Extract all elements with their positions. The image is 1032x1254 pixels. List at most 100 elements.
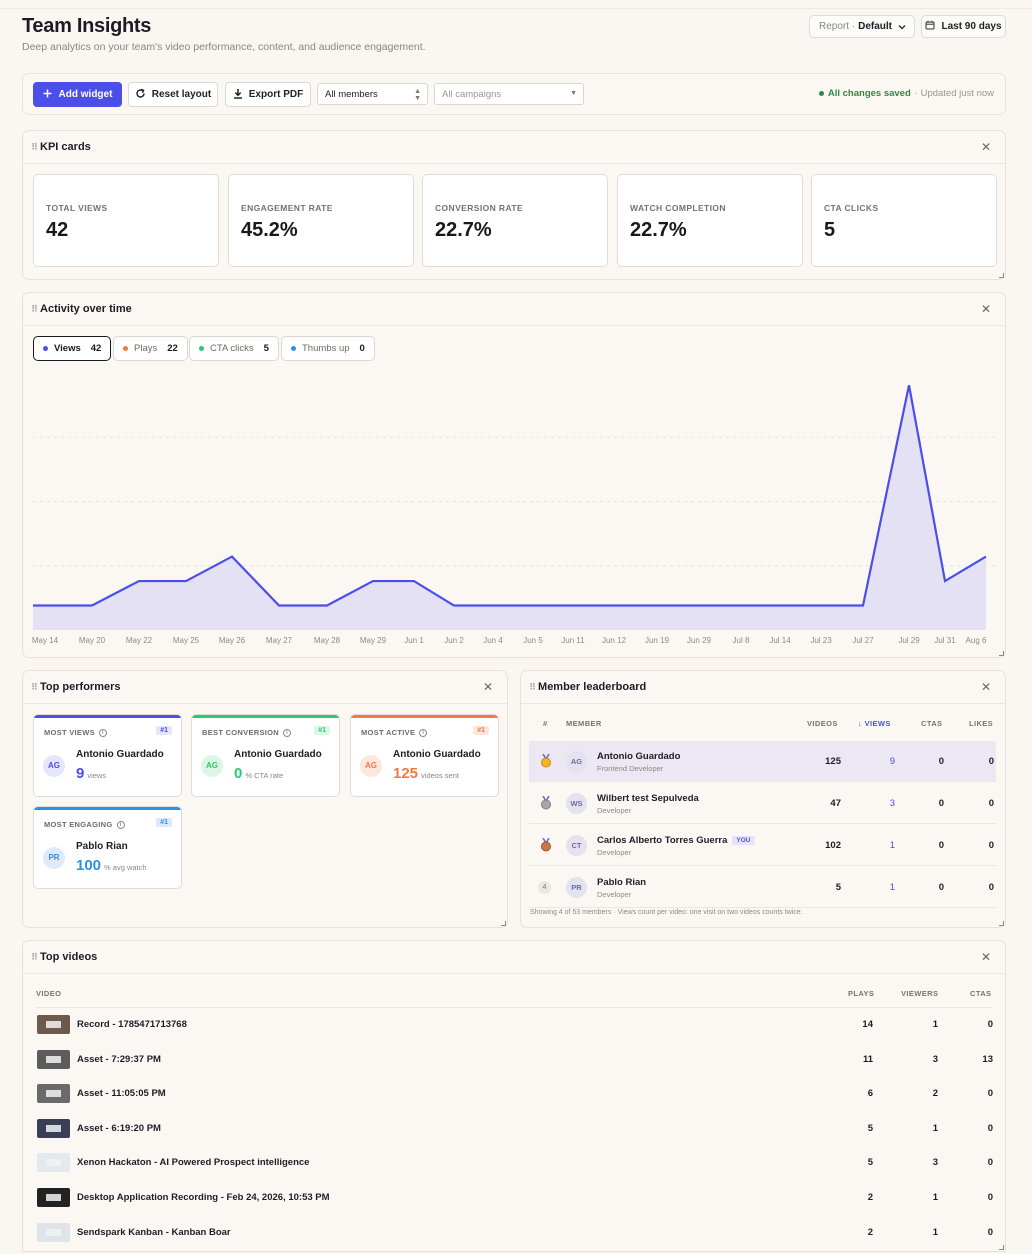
col-header-videos[interactable]: VIDEOS [807, 719, 838, 728]
report-selector[interactable]: Report · Default [809, 15, 915, 38]
col-header-likes[interactable]: LIKES [969, 719, 993, 728]
drag-handle-icon[interactable]: ⠿ [31, 682, 38, 693]
col-header-viewers[interactable]: VIEWERS [901, 989, 938, 998]
video-title[interactable]: Record - 1785471713768 [77, 1019, 187, 1030]
resize-handle-icon[interactable] [999, 921, 1004, 926]
performer-value: 100 [76, 857, 102, 874]
data-point[interactable] [89, 603, 95, 609]
data-point[interactable] [983, 554, 989, 560]
performer-card[interactable]: BEST CONVERSION i #1 AG Antonio Guardado 0% C… [191, 714, 340, 797]
member-leaderboard-header[interactable]: ⠿ Member leaderboard ✕ [521, 671, 1005, 704]
kpi-card-cta-clicks: CTA CLICKS 5 [811, 174, 997, 267]
data-point[interactable] [30, 603, 36, 609]
cell-ctas: 13 [982, 1053, 993, 1065]
top-videos-header[interactable]: ⠿ Top videos ✕ [23, 941, 1005, 974]
kpi-panel: ⠿ KPI cards ✕ TOTAL VIEWS 42 ENGAGEMENT … [22, 130, 1006, 280]
reset-layout-button[interactable]: Reset layout [128, 82, 218, 107]
video-row[interactable]: Xenon Hackaton - AI Powered Prospect int… [36, 1145, 994, 1180]
info-icon[interactable]: i [419, 728, 428, 737]
export-pdf-button[interactable]: Export PDF [225, 82, 311, 107]
data-point[interactable] [411, 578, 417, 584]
data-point[interactable] [611, 603, 617, 609]
add-widget-button[interactable]: Add widget [33, 82, 122, 107]
close-icon[interactable]: ✕ [981, 141, 991, 153]
data-point[interactable] [276, 603, 282, 609]
drag-handle-icon[interactable]: ⠿ [529, 682, 536, 693]
report-value: Default [858, 21, 893, 32]
drag-handle-icon[interactable]: ⠿ [31, 142, 38, 153]
kpi-panel-header[interactable]: ⠿ KPI cards ✕ [23, 131, 1005, 164]
data-point[interactable] [906, 382, 912, 388]
video-title[interactable]: Sendspark Kanban - Kanban Boar [77, 1227, 231, 1238]
data-point[interactable] [818, 603, 824, 609]
data-point[interactable] [451, 603, 457, 609]
video-title[interactable]: Asset - 6:19:20 PM [77, 1123, 161, 1134]
performer-card[interactable]: MOST ACTIVE i #1 AG Antonio Guardado 125 video… [350, 714, 499, 797]
data-point[interactable] [570, 603, 576, 609]
data-point[interactable] [229, 554, 235, 560]
performer-unit: videos sent [421, 771, 459, 780]
data-point[interactable] [136, 578, 142, 584]
resize-handle-icon[interactable] [999, 273, 1004, 278]
col-header-ctas[interactable]: CTAS [970, 989, 991, 998]
close-icon[interactable]: ✕ [981, 303, 991, 315]
cell-ctas: 0 [987, 1226, 993, 1238]
data-point[interactable] [324, 603, 330, 609]
data-point[interactable] [942, 578, 948, 584]
members-select[interactable]: All members ▲ ▼ [317, 83, 428, 105]
performer-card[interactable]: MOST ENGAGING i #1 PR Pablo Rian 100% avg wat… [33, 806, 182, 889]
video-row[interactable]: Desktop Application Recording - Feb 24, … [36, 1180, 994, 1215]
data-point[interactable] [490, 603, 496, 609]
activity-panel-header[interactable]: ⠿ Activity over time ✕ [23, 293, 1005, 326]
x-tick-label: May 26 [218, 636, 246, 645]
video-row[interactable]: Sendspark Kanban - Kanban Boar 2 1 0 [36, 1215, 994, 1250]
resize-handle-icon[interactable] [999, 1245, 1004, 1250]
drag-handle-icon[interactable]: ⠿ [31, 952, 38, 963]
video-row[interactable]: Asset - 6:19:20 PM 5 1 0 [36, 1111, 994, 1146]
member-name-text: Antonio Guardado [597, 751, 681, 762]
data-point[interactable] [696, 603, 702, 609]
data-point[interactable] [860, 603, 866, 609]
info-icon[interactable]: i [283, 728, 292, 737]
cell-ctas: 0 [987, 1122, 993, 1134]
data-point[interactable] [654, 603, 660, 609]
col-header-ctas[interactable]: CTAS [921, 719, 942, 728]
video-title[interactable]: Xenon Hackaton - AI Powered Prospect int… [77, 1157, 309, 1168]
refresh-icon [135, 88, 146, 102]
data-point[interactable] [738, 603, 744, 609]
data-point[interactable] [183, 578, 189, 584]
accent-bar [192, 715, 339, 718]
data-point[interactable] [370, 578, 376, 584]
leaderboard-row[interactable]: AG Antonio Guardado Frontend Developer 125 9… [529, 741, 996, 782]
kpi-label: ENGAGEMENT RATE [241, 203, 333, 213]
date-range-button[interactable]: Last 90 days [921, 15, 1006, 38]
drag-handle-icon[interactable]: ⠿ [31, 304, 38, 315]
close-icon[interactable]: ✕ [981, 681, 991, 693]
kpi-panel-title: KPI cards [40, 141, 91, 153]
cell-plays: 6 [867, 1088, 873, 1100]
close-icon[interactable]: ✕ [981, 951, 991, 963]
performer-card[interactable]: MOST VIEWS i #1 AG Antonio Guardado 9 views [33, 714, 182, 797]
data-point[interactable] [530, 603, 536, 609]
video-row[interactable]: Record - 1785471713768 14 1 0 [36, 1007, 994, 1042]
video-row[interactable]: Asset - 11:05:05 PM 6 2 0 [36, 1076, 994, 1111]
resize-handle-icon[interactable] [501, 921, 506, 926]
campaigns-select[interactable]: All campaigns ▼ [434, 83, 584, 105]
data-point[interactable] [777, 603, 783, 609]
leaderboard-row[interactable]: WS Wilbert test Sepulveda Developer 47 3 0 0 [529, 783, 996, 824]
col-header-plays[interactable]: PLAYS [848, 989, 874, 998]
performer-unit: % CTA rate [245, 771, 284, 780]
leaderboard-row[interactable]: 4 PR Pablo Rian Developer 5 1 0 0 [529, 867, 996, 908]
info-icon[interactable]: i [116, 820, 125, 829]
top-performers-header[interactable]: ⠿ Top performers ✕ [23, 671, 507, 704]
video-title[interactable]: Asset - 7:29:37 PM [77, 1054, 161, 1065]
resize-handle-icon[interactable] [999, 651, 1004, 656]
video-title[interactable]: Asset - 11:05:05 PM [77, 1088, 166, 1099]
info-icon[interactable]: i [98, 728, 107, 737]
cell-ctas: 0 [938, 840, 944, 851]
video-row[interactable]: Asset - 7:29:37 PM 11 3 13 [36, 1042, 994, 1077]
close-icon[interactable]: ✕ [483, 681, 493, 693]
video-title[interactable]: Desktop Application Recording - Feb 24, … [77, 1192, 330, 1203]
col-header-views[interactable]: ↓ VIEWS [858, 719, 891, 728]
leaderboard-row[interactable]: CT Carlos Alberto Torres Guerra YOU Develop… [529, 825, 996, 866]
